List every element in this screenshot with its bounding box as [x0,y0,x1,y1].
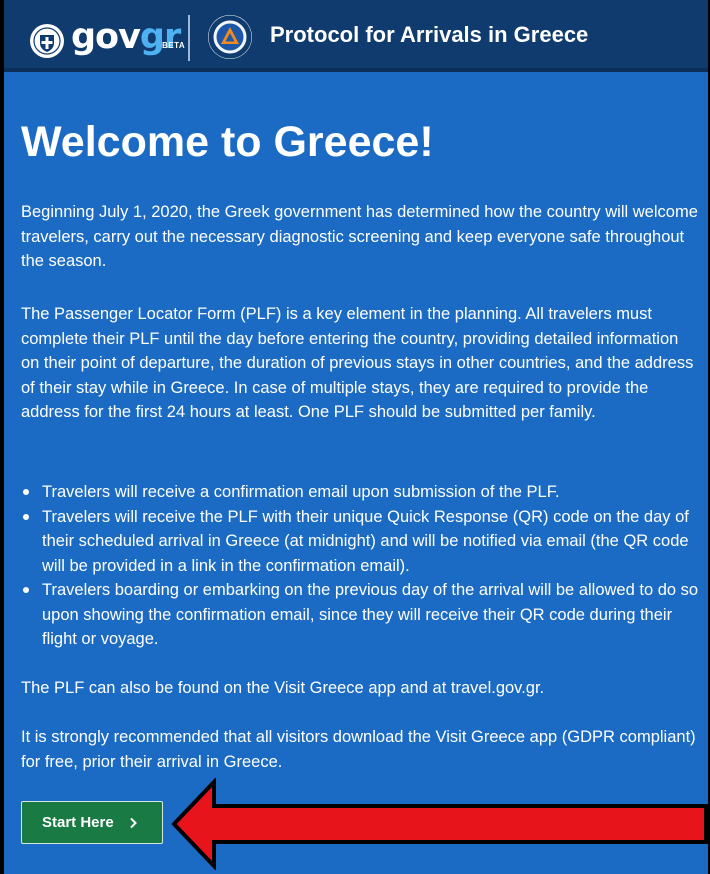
info-bullet-list: Travelers will receive a confirmation em… [21,480,701,652]
list-item: Travelers will receive the PLF with thei… [21,505,701,579]
start-here-label: Start Here [42,814,114,831]
bullet-icon [23,513,29,520]
chevron-right-icon [129,817,137,828]
logo-gr: gr [139,17,181,57]
page-title: Welcome to Greece! [21,118,434,166]
list-item: Travelers will receive a confirmation em… [21,480,701,505]
intro-paragraph: Beginning July 1, 2020, the Greek govern… [21,203,698,270]
annotation-arrow-icon [171,778,708,870]
bullet-text: Travelers will receive a confirmation em… [42,483,560,501]
start-here-button[interactable]: Start Here [21,801,163,844]
govgr-logo[interactable]: govgr [71,15,181,59]
civil-protection-icon [207,14,253,60]
bullet-icon [23,587,29,593]
list-item: Travelers boarding or embarking on the p… [21,578,701,652]
bullet-text: Travelers will receive the PLF with thei… [42,507,689,575]
recommendation-paragraph: It is strongly recommended that all visi… [21,728,696,771]
header-divider [188,15,190,61]
logo-gov: gov [71,17,141,57]
greek-emblem-icon [30,24,64,58]
app-paragraph: The PLF can also be found on the Visit G… [21,679,545,697]
bullet-icon [23,489,29,495]
bullet-text: Travelers boarding or embarking on the p… [42,581,699,648]
beta-badge: BETA [162,41,186,50]
plf-paragraph: The Passenger Locator Form (PLF) is a ke… [21,305,694,421]
page-frame: govgr BETA Protocol for Arrivals in Gree… [4,0,708,874]
site-header: govgr BETA Protocol for Arrivals in Gree… [4,0,708,72]
header-title: Protocol for Arrivals in Greece [270,22,589,47]
